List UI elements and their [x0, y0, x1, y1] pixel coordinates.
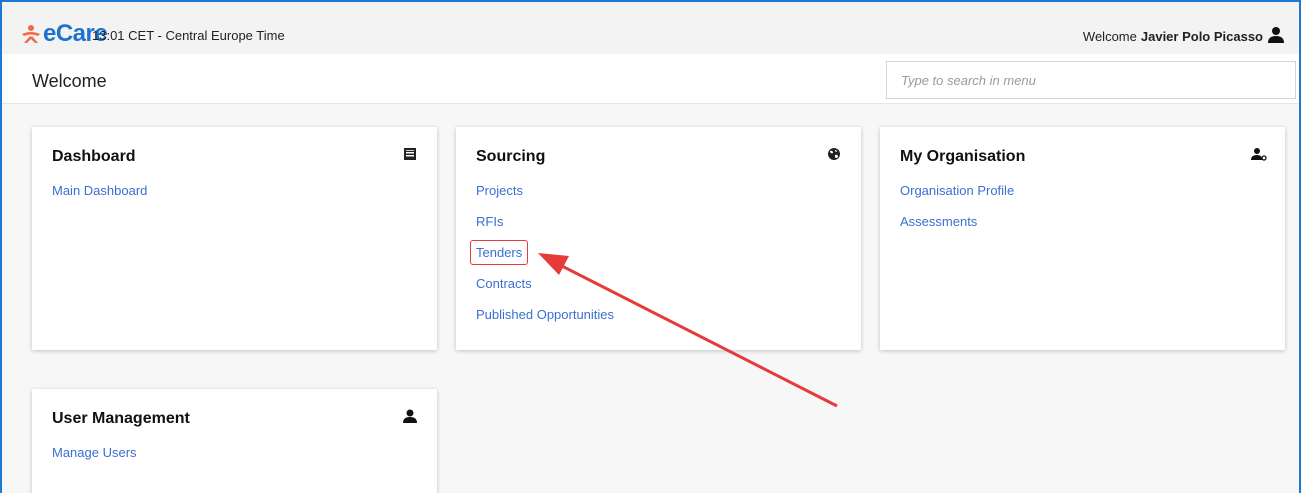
dashboard-icon [403, 147, 417, 161]
card-title-dashboard: Dashboard [52, 148, 136, 165]
user-settings-icon [1251, 147, 1267, 161]
link-organisation-profile[interactable]: Organisation Profile [900, 183, 1014, 214]
link-manage-users[interactable]: Manage Users [52, 445, 137, 476]
user-icon [403, 409, 417, 423]
user-icon [1267, 26, 1285, 47]
ecare-logo-icon [20, 24, 42, 44]
link-assessments[interactable]: Assessments [900, 214, 1014, 245]
top-bar: eCare 13:01 CET - Central Europe Time We… [2, 2, 1299, 54]
card-title-organisation: My Organisation [900, 148, 1026, 165]
welcome-label: Welcome [1082, 29, 1137, 44]
link-main-dashboard[interactable]: Main Dashboard [52, 183, 147, 214]
card-dashboard: Dashboard Main Dashboard [32, 127, 437, 350]
tenders-highlight: Tenders [470, 240, 529, 265]
globe-icon [827, 147, 841, 161]
menu-search-input[interactable] [886, 61, 1296, 99]
page-title: Welcome [32, 71, 107, 91]
card-sourcing: Sourcing Projects RFIs Tenders Contracts… [456, 127, 861, 350]
card-user-management: User Management Manage Users [32, 389, 437, 493]
link-tenders[interactable]: Tenders [470, 240, 614, 276]
link-contracts[interactable]: Contracts [476, 276, 614, 307]
user-name: Javier Polo Picasso [1140, 29, 1263, 44]
app-window: eCare 13:01 CET - Central Europe Time We… [0, 0, 1301, 493]
user-menu[interactable]: Welcome Javier Polo Picasso [1083, 26, 1285, 47]
link-published-opportunities[interactable]: Published Opportunities [476, 307, 614, 338]
card-title-sourcing: Sourcing [476, 148, 546, 165]
card-organisation: My Organisation Organisation Profile Ass… [880, 127, 1285, 350]
main-content: Dashboard Main Dashboard Sourcing Projec… [2, 105, 1299, 493]
link-projects[interactable]: Projects [476, 183, 614, 214]
card-title-user-management: User Management [52, 410, 190, 427]
title-bar: Welcome [2, 54, 1299, 104]
clock-text: 13:01 CET - Central Europe Time [92, 28, 285, 43]
